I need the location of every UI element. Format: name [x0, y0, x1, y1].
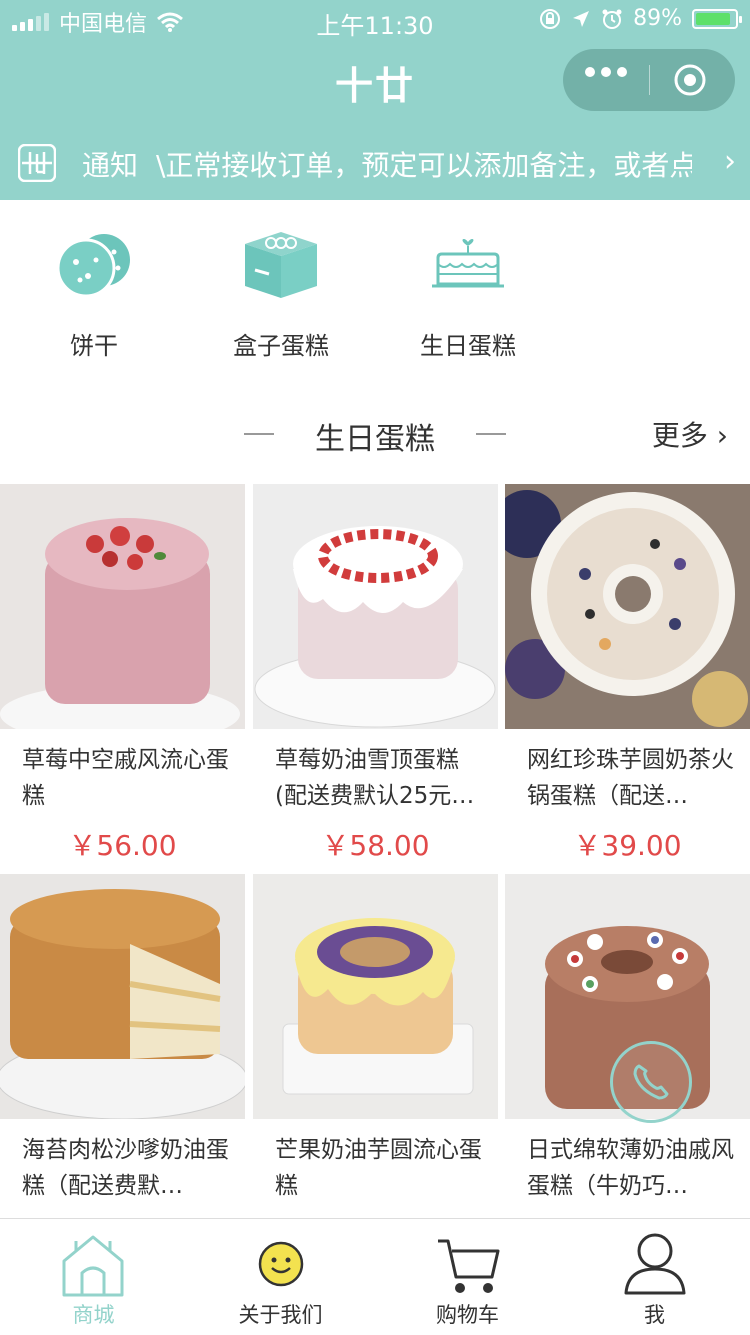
call-button[interactable] — [610, 1041, 692, 1123]
chevron-right-icon: › — [716, 419, 728, 452]
birthday-cake-icon — [432, 239, 504, 288]
product-card[interactable]: 芒果奶油芋圆流心蛋糕 — [253, 874, 498, 1260]
tab-label: 商城 — [72, 1303, 115, 1327]
phone-icon — [633, 1064, 669, 1100]
status-bar: 中国电信 上午11:30 89% — [0, 0, 750, 40]
alarm-icon — [602, 9, 622, 29]
tab-label: 我 — [644, 1303, 665, 1327]
divider-line — [476, 433, 506, 435]
product-price: ￥39.00 — [573, 829, 682, 862]
section-title: 生日蛋糕 — [315, 422, 435, 457]
rotation-lock-icon — [540, 8, 561, 29]
mini-program-capsule — [563, 49, 735, 111]
bottom-tab-bar: 商城 关于我们 购物车 我 — [0, 1218, 750, 1335]
more-label: 更多 — [651, 419, 708, 452]
product-name: 日式绵软薄奶油戚风蛋糕（牛奶巧… — [527, 1137, 734, 1199]
battery-icon — [692, 8, 742, 29]
tab-label: 关于我们 — [238, 1303, 323, 1327]
tab-cart[interactable]: 购物车 — [374, 1219, 561, 1335]
capsule-divider — [649, 65, 650, 95]
cookie-icon — [56, 234, 130, 298]
notice-text: \正常接收订单，预定可以添加备注，或者点 — [156, 149, 692, 182]
tab-about[interactable]: 关于我们 — [187, 1219, 374, 1335]
close-miniprogram-icon[interactable] — [673, 63, 707, 97]
product-name: 草莓中空戚风流心蛋糕 — [22, 747, 229, 809]
battery-fill — [696, 12, 730, 25]
product-card[interactable]: 海苔肉松沙嗲奶油蛋糕（配送费默… — [0, 874, 245, 1260]
product-image[interactable] — [253, 484, 498, 729]
product-name: 芒果奶油芋圆流心蛋糕 — [275, 1137, 482, 1199]
product-name: 海苔肉松沙嗲奶油蛋糕（配送费默… — [22, 1137, 229, 1199]
home-icon — [62, 1235, 124, 1297]
battery-percent: 89% — [633, 6, 682, 31]
category-label: 盒子蛋糕 — [233, 332, 329, 360]
shop-logo-icon — [18, 144, 56, 182]
more-link[interactable]: 更多 › — [652, 414, 728, 454]
product-name: 草莓奶油雪顶蛋糕(配送费默认25元… — [275, 747, 475, 809]
product-card[interactable]: 草莓奶油雪顶蛋糕(配送费默认25元… ￥58.00 — [253, 484, 498, 870]
product-card[interactable]: 网红珍珠芋圆奶茶火锅蛋糕（配送… ￥39.00 — [505, 484, 750, 870]
section-header: 生日蛋糕 更多 › — [0, 400, 750, 470]
category-cookie[interactable]: 饼干 — [19, 200, 169, 380]
product-image[interactable] — [0, 484, 245, 729]
tab-label: 购物车 — [436, 1303, 499, 1327]
category-label: 饼干 — [70, 332, 118, 360]
smile-icon — [258, 1241, 304, 1287]
more-options-icon[interactable] — [585, 67, 627, 77]
product-card[interactable]: 草莓中空戚风流心蛋糕 ￥56.00 — [0, 484, 245, 870]
category-birthday-cake[interactable]: 生日蛋糕 — [393, 200, 543, 380]
chevron-right-icon: › — [724, 144, 736, 179]
notice-bar[interactable]: 通知 \正常接收订单，预定可以添加备注，或者点 › — [0, 130, 750, 200]
notice-label: 通知 — [82, 149, 139, 182]
product-image[interactable] — [505, 484, 750, 729]
category-label: 生日蛋糕 — [420, 332, 516, 360]
product-image[interactable] — [0, 874, 245, 1119]
app-header: 中国电信 上午11:30 89% 十廿 通知 \正常接收订单，预定可以添加备注，… — [0, 0, 750, 200]
product-image[interactable] — [253, 874, 498, 1119]
tab-mall[interactable]: 商城 — [0, 1219, 187, 1335]
user-icon — [624, 1233, 686, 1295]
location-icon — [573, 10, 590, 27]
cart-icon — [438, 1239, 500, 1293]
product-price: ￥56.00 — [68, 829, 177, 862]
category-grid: 饼干 盒子蛋糕 生日蛋糕 — [0, 200, 750, 380]
product-price: ￥58.00 — [321, 829, 430, 862]
cake-box-icon — [245, 232, 317, 298]
category-cake-box[interactable]: 盒子蛋糕 — [206, 200, 356, 380]
product-name: 网红珍珠芋圆奶茶火锅蛋糕（配送… — [527, 747, 734, 809]
tab-me[interactable]: 我 — [561, 1219, 748, 1335]
